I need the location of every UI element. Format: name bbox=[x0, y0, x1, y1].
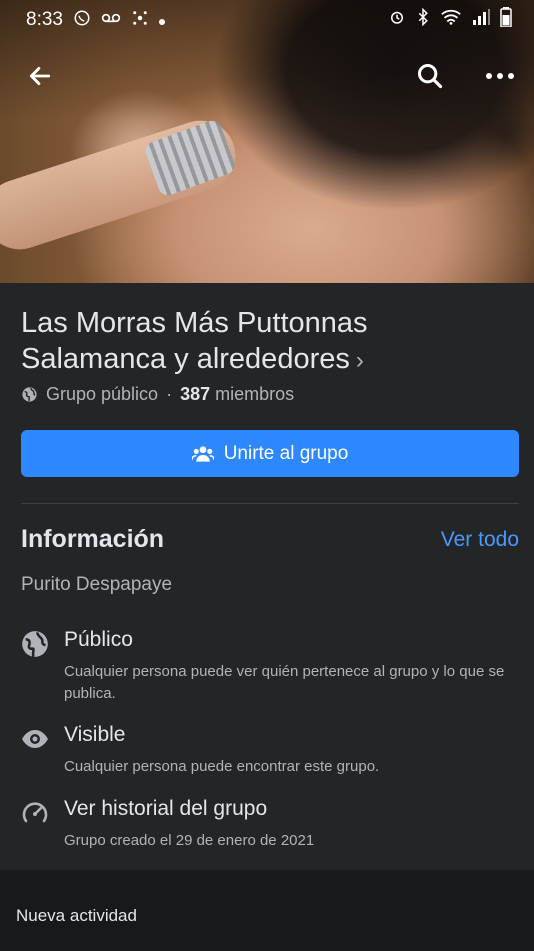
group-title[interactable]: Las Morras Más Puttonnas Salamanca y alr… bbox=[21, 305, 511, 379]
signal-icon bbox=[472, 9, 490, 31]
search-button[interactable] bbox=[414, 60, 446, 92]
group-description: Purito Despapaye bbox=[21, 574, 173, 595]
info-section-title: Información bbox=[21, 525, 165, 553]
top-bar bbox=[0, 48, 534, 104]
join-group-button[interactable]: Unirte al grupo bbox=[21, 430, 519, 477]
cover-photo[interactable] bbox=[0, 0, 534, 283]
eye-icon bbox=[22, 730, 48, 748]
join-group-label: Unirte al grupo bbox=[223, 442, 349, 464]
info-item-subtitle: Cualquier persona puede encontrar este g… bbox=[64, 758, 380, 775]
alarm-icon bbox=[388, 8, 406, 32]
app-icon bbox=[131, 9, 149, 31]
meta-separator: · bbox=[166, 384, 173, 404]
info-item-title: Visible bbox=[64, 723, 126, 746]
more-button[interactable] bbox=[484, 60, 516, 92]
status-bar: 8:33 bbox=[0, 0, 534, 40]
divider bbox=[21, 503, 519, 504]
info-item-subtitle: Cualquier persona puede ver quién perten… bbox=[64, 663, 505, 702]
info-item-title: Ver historial del grupo bbox=[64, 797, 268, 820]
bluetooth-icon bbox=[416, 7, 430, 32]
battery-icon bbox=[500, 7, 512, 33]
back-button[interactable] bbox=[24, 60, 56, 92]
info-item-title: Público bbox=[64, 628, 133, 651]
new-activity-title: Nueva actividad bbox=[16, 906, 137, 925]
new-activity-section: Nueva actividad bbox=[0, 870, 534, 951]
voicemail-icon bbox=[101, 11, 121, 29]
group-title-text: Las Morras Más Puttonnas Salamanca y alr… bbox=[21, 307, 368, 375]
see-all-link[interactable]: Ver todo bbox=[441, 528, 519, 552]
members-label: miembros bbox=[215, 384, 295, 404]
privacy-label: Grupo público bbox=[46, 384, 159, 404]
wifi-icon bbox=[440, 8, 462, 32]
status-right bbox=[388, 7, 512, 33]
globe-icon bbox=[22, 631, 48, 658]
top-bar-actions bbox=[414, 60, 516, 92]
arrow-left-icon bbox=[29, 67, 51, 85]
group-info-panel: Las Morras Más Puttonnas Salamanca y alr… bbox=[0, 283, 534, 870]
history-icon bbox=[22, 802, 48, 823]
chevron-right-icon: › bbox=[355, 347, 364, 374]
globe-small-icon bbox=[22, 387, 37, 402]
status-time: 8:33 bbox=[26, 9, 63, 30]
status-left: 8:33 bbox=[26, 9, 165, 31]
more-horizontal-icon bbox=[486, 73, 514, 79]
whatsapp-icon bbox=[73, 9, 91, 31]
member-count: 387 bbox=[180, 384, 211, 404]
dot-icon bbox=[158, 12, 165, 29]
group-meta: Grupo público · 387 miembros bbox=[21, 384, 294, 405]
search-icon bbox=[417, 63, 443, 89]
people-icon bbox=[191, 445, 214, 462]
info-item-subtitle: Grupo creado el 29 de enero de 2021 bbox=[64, 832, 315, 849]
